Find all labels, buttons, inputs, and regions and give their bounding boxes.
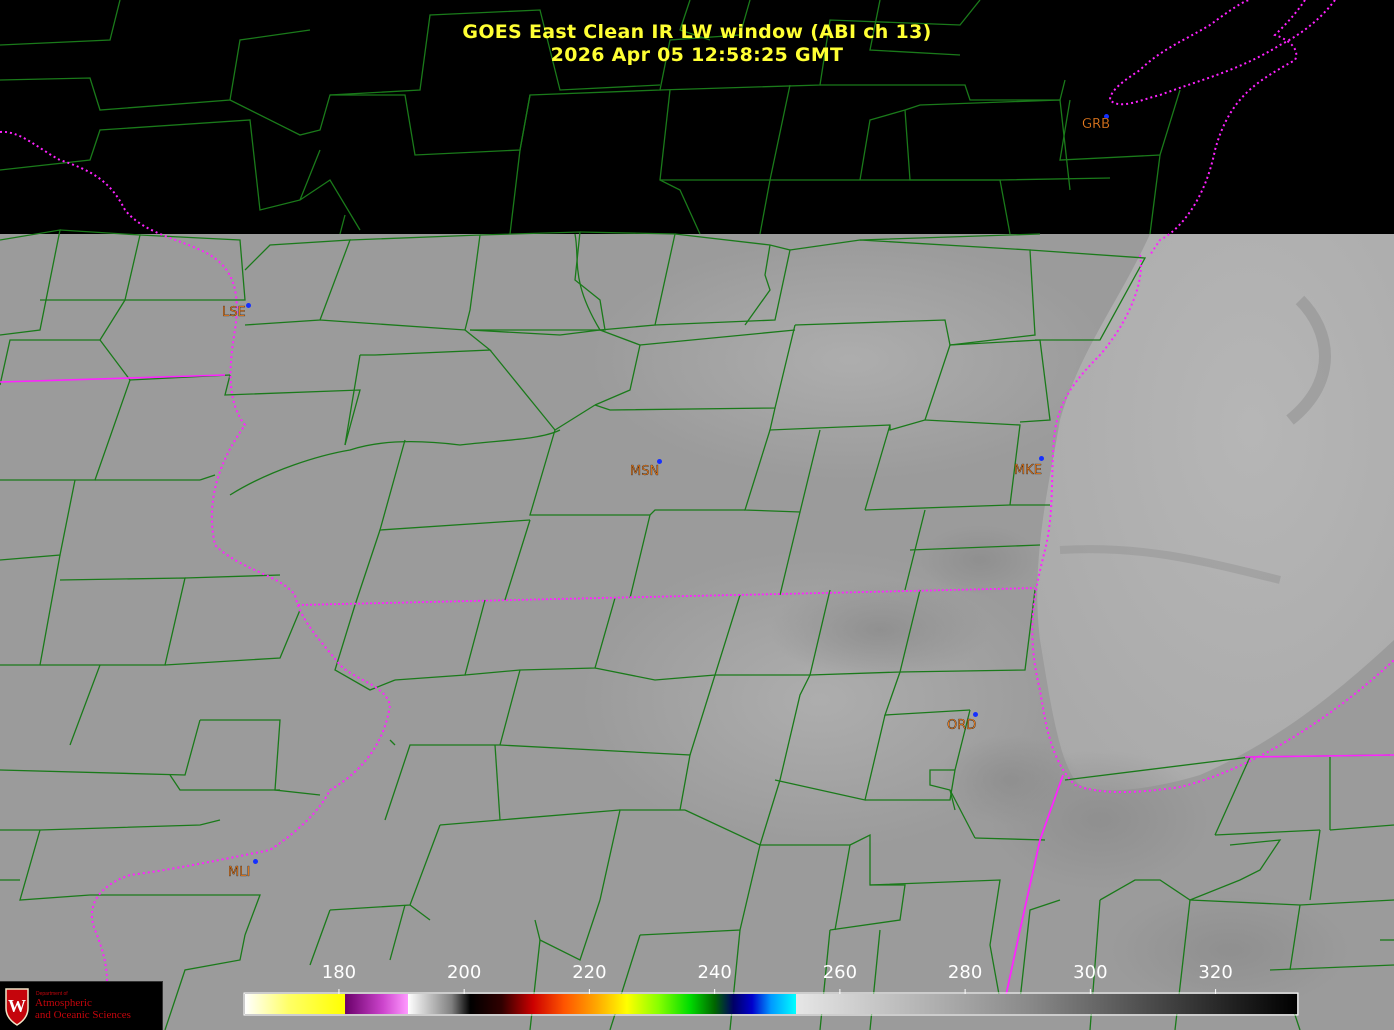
product-title: GOES East Clean IR LW window (ABI ch 13): [462, 21, 932, 43]
city-label-lse: LSE: [222, 305, 246, 320]
logo-line2: and Oceanic Sciences: [35, 1009, 131, 1021]
city-marker-dot-mli[interactable]: [253, 859, 258, 864]
colorbar-tick-label: 260: [822, 962, 858, 983]
city-label-grb: GRB: [1082, 117, 1111, 132]
city-marker-dot-mke[interactable]: [1039, 456, 1044, 461]
city-label-mli: MLI: [228, 865, 251, 880]
aos-logo: W Department of Atmospheric and Oceanic …: [0, 981, 163, 1030]
ir-warm-patch: [920, 525, 1040, 595]
colorbar-tick-label: 220: [572, 962, 607, 983]
colorbar-tick-label: 180: [321, 962, 357, 983]
crest-letter: W: [8, 996, 26, 1016]
colorbar-gradient: [245, 994, 1297, 1014]
ir-warm-patch: [770, 580, 990, 680]
city-marker-dot-lse[interactable]: [246, 303, 251, 308]
logo-line1: Atmospheric: [35, 997, 92, 1009]
city-label-mke: MKE: [1014, 463, 1042, 478]
colorbar: [243, 989, 1299, 1016]
colorbar-tick-label: 300: [1073, 962, 1108, 983]
colorbar-tick-label: 200: [446, 962, 482, 983]
satellite-image-viewer: GOES East Clean IR LW window (ABI ch 13)…: [0, 0, 1394, 1030]
colorbar-tick-label: 320: [1198, 962, 1233, 983]
colorbar-tick-label: 240: [697, 962, 732, 983]
ir-satellite-map: [0, 0, 1394, 1030]
city-marker-dot-ord[interactable]: [973, 712, 978, 717]
colorbar-tick-label: 280: [947, 962, 983, 983]
uw-crest-icon: W: [5, 988, 29, 1026]
city-label-msn: MSN: [630, 464, 660, 479]
image-timestamp: 2026 Apr 05 12:58:25 GMT: [550, 44, 844, 66]
ir-warm-patch: [1110, 890, 1350, 1010]
city-label-ord: ORD: [947, 718, 977, 733]
